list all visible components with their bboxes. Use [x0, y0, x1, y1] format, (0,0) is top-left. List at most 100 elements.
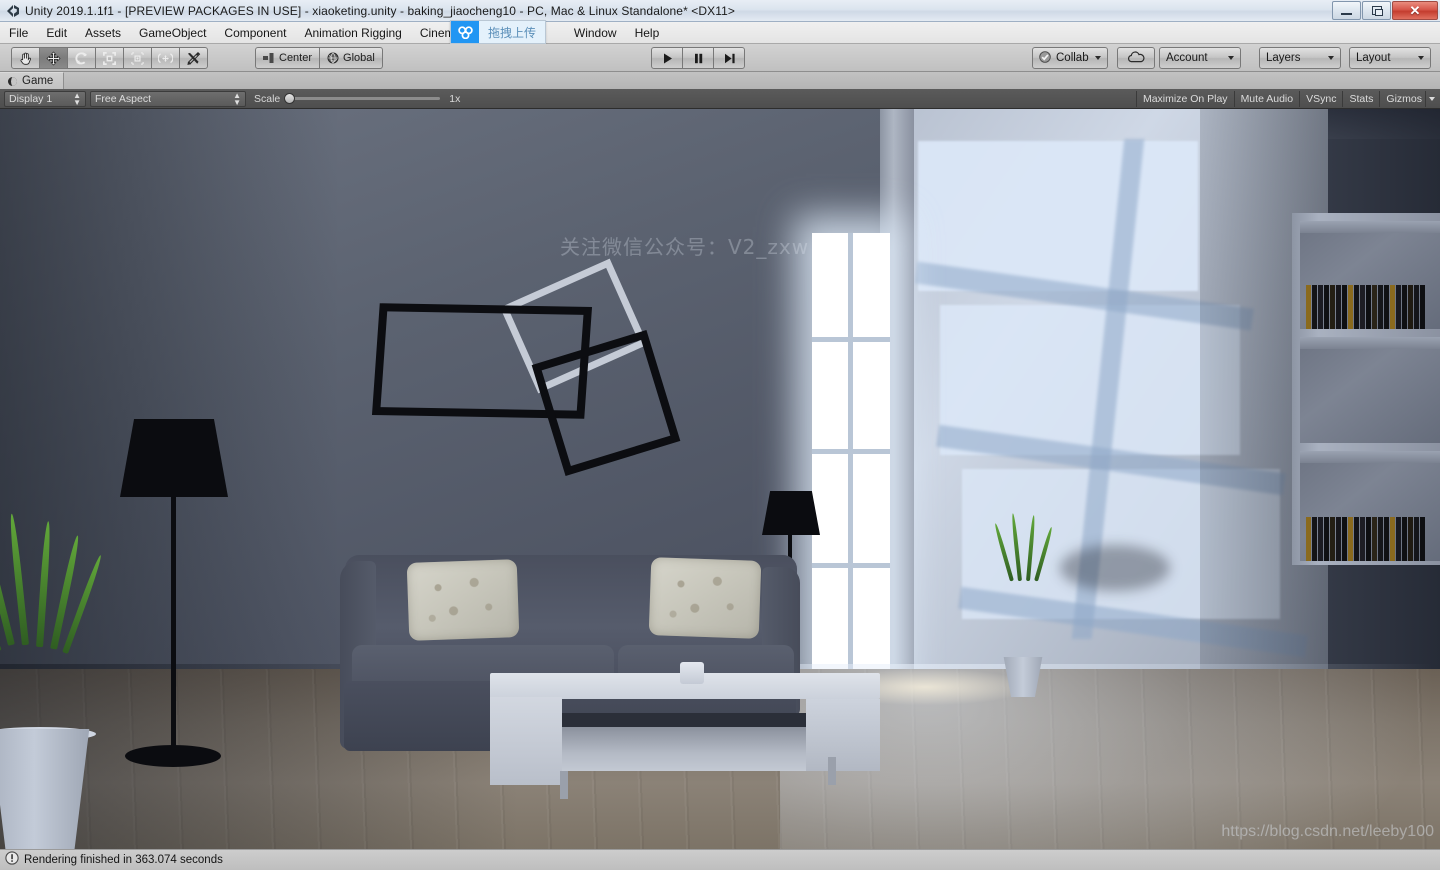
book — [1390, 285, 1395, 329]
bookshelf-niche-middle — [1300, 337, 1440, 443]
collab-label: Collab — [1056, 52, 1089, 64]
book — [1396, 517, 1401, 561]
menu-item-file[interactable]: File — [0, 23, 37, 43]
shelf-board — [1300, 221, 1440, 233]
minimize-button[interactable] — [1332, 1, 1361, 20]
collab-button[interactable]: Collab — [1032, 47, 1108, 69]
close-button[interactable]: ✕ — [1392, 1, 1438, 20]
gizmos-dropdown-button[interactable] — [1425, 90, 1438, 107]
display-label: Display 1 — [9, 92, 53, 105]
menu-item-assets[interactable]: Assets — [76, 23, 130, 43]
book — [1360, 517, 1365, 561]
shelf-board — [1300, 337, 1440, 349]
drag-upload-widget[interactable]: 拖拽上传 — [450, 20, 547, 44]
window-mullion-horizontal — [812, 563, 890, 568]
status-message: Rendering finished in 363.074 seconds — [24, 854, 223, 866]
book — [1402, 285, 1407, 329]
rect-transform-tool-button[interactable] — [123, 47, 152, 69]
book — [1366, 285, 1371, 329]
account-dropdown[interactable]: Account — [1159, 47, 1241, 69]
scale-slider-handle[interactable] — [284, 93, 296, 104]
playback-group — [651, 47, 745, 69]
book — [1306, 285, 1311, 329]
sofa-cushion-right — [648, 557, 762, 639]
pivot-mode-label: Center — [279, 52, 313, 64]
scene-watermark: 关注微信公众号：V2_zxw — [560, 235, 810, 259]
pause-button[interactable] — [682, 47, 714, 69]
pivot-mode-button[interactable]: Center — [255, 47, 321, 69]
book — [1336, 517, 1341, 561]
chevron-down-icon — [1429, 96, 1435, 101]
play-button[interactable] — [651, 47, 683, 69]
scale-tool-button[interactable] — [95, 47, 124, 69]
display-dropdown[interactable]: Display 1 ▲ ▼ — [4, 90, 86, 107]
move-tool-button[interactable] — [39, 47, 68, 69]
shelf-board — [1300, 451, 1440, 463]
updown-arrows-icon: ▲ ▼ — [73, 90, 81, 107]
book — [1342, 517, 1347, 561]
layers-dropdown[interactable]: Layers — [1259, 47, 1341, 69]
book — [1396, 285, 1401, 329]
globe-icon — [327, 52, 339, 64]
mute-audio-toggle[interactable]: Mute Audio — [1233, 90, 1300, 107]
floor-lamp-large-base — [125, 745, 221, 767]
aspect-ratio-dropdown[interactable]: Free Aspect ▲ ▼ — [90, 90, 246, 107]
tab-game-label: Game — [22, 75, 54, 87]
book — [1384, 517, 1389, 561]
book — [1348, 285, 1353, 329]
vsync-toggle[interactable]: VSync — [1299, 90, 1342, 107]
maximize-on-play-toggle[interactable]: Maximize On Play — [1135, 90, 1234, 107]
book — [1420, 285, 1425, 329]
menu-item-gameobject[interactable]: GameObject — [130, 23, 215, 43]
book — [1414, 285, 1419, 329]
book — [1354, 517, 1359, 561]
status-bar[interactable]: Rendering finished in 363.074 seconds — [0, 849, 1440, 870]
restore-button[interactable] — [1362, 1, 1391, 20]
book — [1402, 517, 1407, 561]
updown-arrows-icon: ▲ ▼ — [233, 90, 241, 107]
hand-tool-button[interactable] — [11, 47, 40, 69]
menu-item-animation-rigging[interactable]: Animation Rigging — [295, 23, 410, 43]
scale-label: Scale — [254, 92, 281, 105]
menu-item-component[interactable]: Component — [215, 23, 295, 43]
unity-logo-icon — [5, 3, 21, 19]
book — [1342, 285, 1347, 329]
panel-tabstrip: Game — [0, 72, 1440, 89]
custom-tool-button[interactable] — [179, 47, 208, 69]
tab-game[interactable]: Game — [0, 72, 65, 89]
aspect-label: Free Aspect — [95, 92, 152, 105]
rotate-tool-button[interactable] — [67, 47, 96, 69]
chevron-down-icon — [1095, 56, 1101, 60]
floor-lamp-small-shade — [762, 491, 820, 535]
menu-item-edit[interactable]: Edit — [37, 23, 76, 43]
stats-toggle[interactable]: Stats — [1342, 90, 1379, 107]
scale-slider-track[interactable] — [292, 97, 441, 100]
game-toolbar-right-group: Maximize On Play Mute Audio VSync Stats … — [1135, 90, 1438, 107]
menu-item-help[interactable]: Help — [626, 23, 669, 43]
book — [1390, 517, 1395, 561]
scale-value: 1x — [449, 92, 461, 105]
pivot-rotation-button[interactable]: Global — [319, 47, 383, 69]
menu-item-window[interactable]: Window — [565, 23, 626, 43]
game-view-viewport[interactable]: 关注微信公众号：V2_zxw https://blog.csdn.net/lee… — [0, 109, 1440, 849]
gizmos-toggle[interactable]: Gizmos — [1379, 90, 1425, 107]
book — [1354, 285, 1359, 329]
book — [1414, 517, 1419, 561]
plant-shadow — [1060, 545, 1170, 591]
scale-slider[interactable] — [284, 93, 441, 104]
book — [1336, 285, 1341, 329]
coffee-table-leg — [560, 771, 568, 799]
cloud-icon — [1127, 50, 1145, 66]
book-row — [1306, 285, 1440, 329]
game-view-moon-icon — [8, 76, 17, 86]
cloud-upload-loop-icon — [451, 21, 479, 43]
book — [1330, 517, 1335, 561]
cloud-services-button[interactable] — [1117, 47, 1155, 69]
book — [1372, 517, 1377, 561]
combined-transform-tool-button[interactable] — [151, 47, 180, 69]
pivot-center-icon — [263, 53, 275, 63]
minimize-icon — [1341, 12, 1352, 15]
book — [1324, 517, 1329, 561]
layout-dropdown[interactable]: Layout — [1349, 47, 1431, 69]
step-button[interactable] — [713, 47, 745, 69]
